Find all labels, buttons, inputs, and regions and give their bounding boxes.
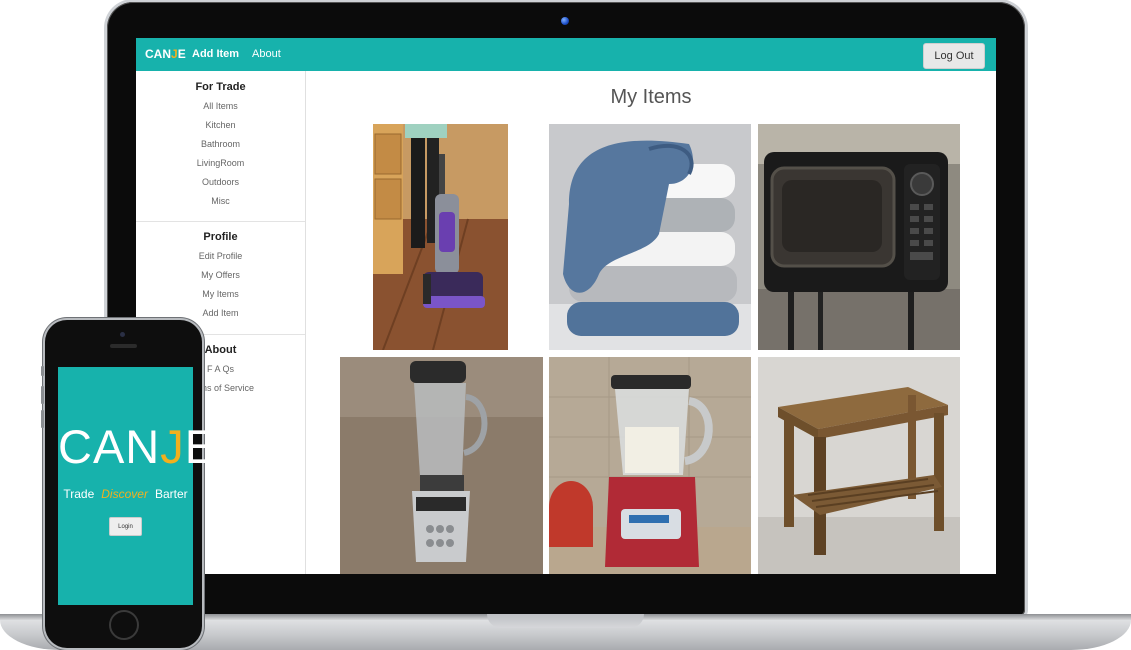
phone-speaker [110,344,137,348]
item-tile-towels[interactable] [549,124,751,350]
phone-login-button[interactable]: Login [109,517,142,536]
nav-about-link[interactable]: About [252,48,281,60]
sidebar-section-profile: Profile Edit Profile My Offers My Items … [136,228,305,323]
sidebar-item-my-items[interactable]: My Items [136,285,305,304]
sidebar-heading-profile: Profile [203,231,238,243]
blender-red-image [549,357,751,574]
blender-silver-image [340,357,543,574]
sidebar-item-outdoors[interactable]: Outdoors [136,173,305,192]
laptop-screen: CANJE Add Item About Log Out For Trade A… [136,38,996,574]
item-tile-blender-silver[interactable] [340,357,543,574]
sidebar-item-livingroom[interactable]: LivingRoom [136,154,305,173]
sidebar-item-misc[interactable]: Misc [136,192,305,211]
sidebar-item-all-items[interactable]: All Items [136,97,305,116]
phone-device: CANJE Trade Discover Barter Login [41,320,218,648]
laptop-notch [487,614,644,628]
logout-button[interactable]: Log Out [923,43,985,69]
sidebar-item-edit-profile[interactable]: Edit Profile [136,247,305,266]
laptop-camera [561,17,569,25]
item-tile-blender-red[interactable] [549,357,751,574]
top-navbar: CANJE Add Item About Log Out [136,38,996,71]
phone-home-button[interactable] [109,610,139,640]
item-tile-vacuum[interactable] [373,124,508,350]
tagline-barter: Barter [154,487,188,501]
sidebar-section-for-trade: For Trade All Items Kitchen Bathroom Liv… [136,78,305,211]
sidebar-heading-for-trade: For Trade [195,81,246,93]
vacuum-image [373,124,508,350]
towels-image [549,124,751,350]
sidebar-item-kitchen[interactable]: Kitchen [136,116,305,135]
side-table-image [758,357,960,574]
tagline-trade: Trade [63,487,95,501]
sidebar-item-bathroom[interactable]: Bathroom [136,135,305,154]
phone-tagline: Trade Discover Barter [58,487,193,501]
item-tile-side-table[interactable] [758,357,960,574]
brand-logo[interactable]: CANJE [145,47,186,61]
phone-volume-up [41,386,44,404]
phone-mute-switch [41,366,44,376]
nav-add-item-link[interactable]: Add Item [192,48,239,60]
microwave-image [758,124,960,350]
item-tile-microwave[interactable] [758,124,960,350]
phone-logo: CANJE [58,420,218,473]
sidebar-divider [136,221,305,222]
phone-camera [120,332,125,337]
phone-screen: CANJE Trade Discover Barter Login [58,367,218,605]
phone-volume-down [41,410,44,428]
tagline-discover: Discover [101,487,148,501]
page-title: My Items [610,86,692,108]
sidebar-item-my-offers[interactable]: My Offers [136,266,305,285]
